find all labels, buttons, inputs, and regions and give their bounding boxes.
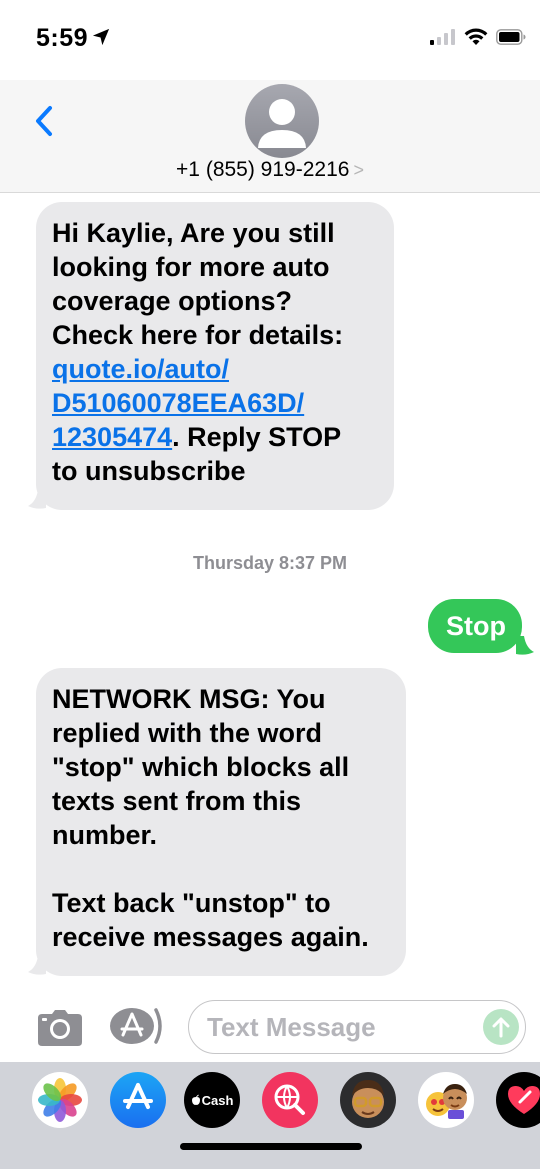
status-time-text: 5:59	[36, 24, 89, 52]
photos-icon	[38, 1078, 82, 1122]
app-store-icon	[110, 1008, 162, 1044]
contact-name[interactable]: +1 (855) 919-2216 >	[0, 158, 540, 182]
bubble-tail	[28, 490, 46, 509]
bubble-tail	[516, 636, 534, 655]
wifi-icon	[464, 28, 488, 51]
battery-icon	[496, 28, 526, 50]
timestamp-day: Thursday	[192, 553, 274, 573]
arrow-up-icon	[492, 1017, 510, 1038]
globe-search-icon	[274, 1084, 305, 1115]
status-icons	[430, 28, 526, 50]
message-link[interactable]: 12305474	[52, 422, 172, 452]
message-line: coverage options?	[52, 286, 293, 316]
app-store-button[interactable]	[110, 1006, 166, 1046]
status-bar: 5:59	[0, 0, 540, 80]
apple-logo-icon	[191, 1094, 200, 1105]
outgoing-message-bubble[interactable]: Stop	[428, 599, 522, 653]
message-line: texts sent from this	[52, 786, 302, 816]
message-line: to unsubscribe	[52, 456, 246, 486]
digital-touch-app-button[interactable]	[496, 1072, 540, 1128]
message-text: Stop	[446, 611, 506, 641]
timestamp-time: 8:37 PM	[279, 553, 348, 573]
app-store-app-button[interactable]	[110, 1072, 166, 1128]
conversation-header: +1 (855) 919-2216 >	[0, 80, 540, 193]
cellular-signal-icon	[430, 28, 456, 50]
message-line: "stop" which blocks all	[52, 752, 350, 782]
heart-icon	[508, 1086, 540, 1114]
apple-cash-app-button[interactable]: Cash	[184, 1072, 240, 1128]
message-timestamp: Thursday 8:37 PM	[0, 553, 540, 574]
message-line: NETWORK MSG: You	[52, 684, 326, 714]
photos-app-button[interactable]	[32, 1072, 88, 1128]
chevron-left-icon	[36, 106, 52, 136]
home-indicator[interactable]	[180, 1143, 362, 1150]
contact-avatar[interactable]	[245, 84, 319, 158]
bubble-tail	[28, 956, 46, 975]
person-icon	[258, 99, 306, 148]
image-search-app-button[interactable]	[262, 1072, 318, 1128]
message-link[interactable]: quote.io/auto/	[52, 354, 229, 384]
message-line: Check here for details:	[52, 320, 344, 350]
imessage-app-drawer: Cash	[0, 1062, 540, 1169]
contact-name-text: +1 (855) 919-2216	[176, 158, 350, 181]
message-link[interactable]: D51060078EEA63D/	[52, 388, 304, 418]
memoji-stickers-icon	[426, 1084, 467, 1119]
camera-icon	[38, 1010, 82, 1046]
back-button[interactable]	[30, 100, 60, 144]
location-arrow-icon	[92, 24, 110, 53]
message-line: number.	[52, 820, 158, 850]
message-input[interactable]	[207, 1009, 457, 1045]
message-text: . Reply STOP	[172, 422, 342, 452]
message-line: looking for more auto	[52, 252, 330, 282]
incoming-message-bubble[interactable]: Hi Kaylie, Are you still looking for mor…	[36, 202, 394, 510]
memoji-stickers-app-button[interactable]	[418, 1072, 474, 1128]
message-input-field[interactable]	[188, 1000, 526, 1054]
send-button[interactable]	[483, 1009, 519, 1045]
chevron-right-icon: >	[353, 160, 364, 180]
message-line: replied with the word	[52, 718, 323, 748]
incoming-message-bubble[interactable]: NETWORK MSG: You replied with the word "…	[36, 668, 406, 976]
memoji-icon	[352, 1080, 384, 1118]
message-line: Text back "unstop" to	[52, 888, 331, 918]
message-line: Hi Kaylie, Are you still	[52, 218, 335, 248]
camera-button[interactable]	[38, 1010, 82, 1046]
memoji-app-button[interactable]	[340, 1072, 396, 1128]
apple-cash-label: Cash	[201, 1092, 234, 1108]
message-composer	[0, 994, 540, 1062]
app-store-icon	[123, 1083, 153, 1109]
message-line: receive messages again.	[52, 922, 369, 952]
status-time: 5:59	[36, 24, 110, 53]
